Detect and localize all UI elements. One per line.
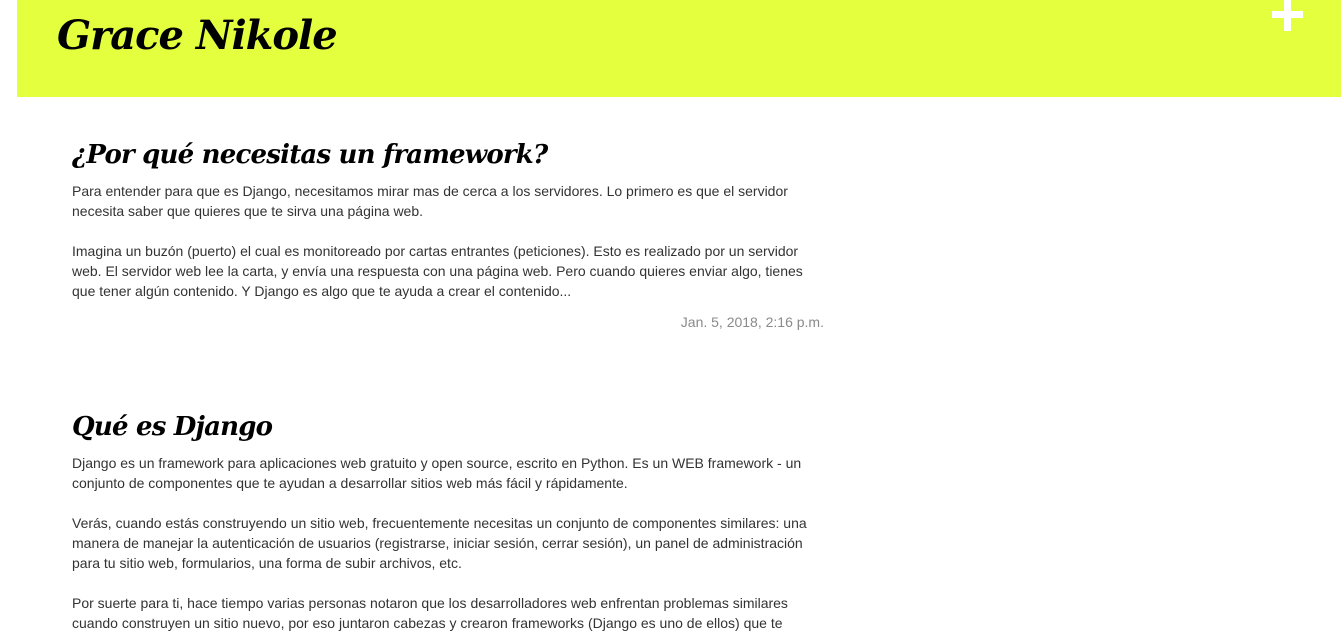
post: ¿Por qué necesitas un framework? Para en… — [72, 137, 824, 332]
post-date: Jan. 5, 2018, 2:16 p.m. — [680, 314, 824, 330]
post-paragraph: Para entender para que es Django, necesi… — [72, 183, 788, 219]
site-title-link[interactable]: Grace Nikole — [57, 12, 338, 59]
add-post-button[interactable] — [1270, 0, 1304, 32]
post-paragraph: Verás, cuando estás construyendo un siti… — [72, 515, 807, 571]
post-title[interactable]: ¿Por qué necesitas un framework? — [72, 137, 824, 173]
post-paragraph: Por suerte para ti, hace tiempo varias p… — [72, 595, 788, 631]
post-body: Django es un framework para aplicaciones… — [72, 453, 824, 633]
post: Qué es Django Django es un framework par… — [72, 409, 824, 633]
post-paragraph: Django es un framework para aplicaciones… — [72, 455, 802, 491]
plus-icon — [1270, 0, 1304, 32]
post-paragraph: Imagina un buzón (puerto) el cual es mon… — [72, 243, 803, 299]
page-header: Grace Nikole — [17, 0, 1341, 97]
post-title-link[interactable]: ¿Por qué necesitas un framework? — [72, 140, 548, 170]
post-title[interactable]: Qué es Django — [72, 409, 824, 445]
post-title-link[interactable]: Qué es Django — [72, 412, 273, 442]
post-body: Para entender para que es Django, necesi… — [72, 181, 824, 301]
